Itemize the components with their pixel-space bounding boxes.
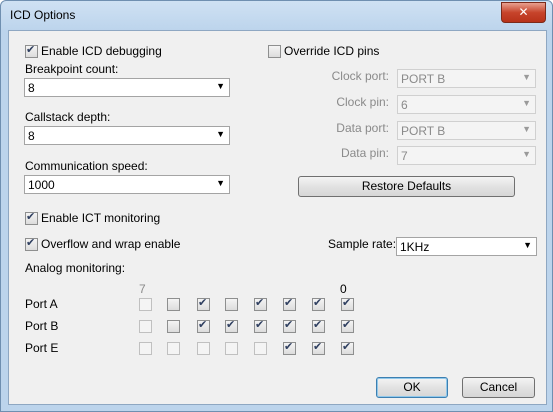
chevron-down-icon: ▼ (522, 98, 531, 108)
data-port-label: Data port: (336, 121, 389, 135)
data-port-select[interactable]: PORT B ▼ (397, 121, 536, 140)
enable-ict-monitoring-checkbox[interactable] (25, 210, 38, 225)
icd-options-dialog: ICD Options ✕ Enable ICD debugging Break… (0, 0, 553, 412)
analog-bit-checkbox[interactable] (312, 318, 325, 333)
window-title: ICD Options (10, 8, 76, 22)
analog-bit-checkbox[interactable] (283, 318, 296, 333)
port-row-label: Port A (25, 297, 58, 311)
clock-pin-value: 6 (401, 98, 408, 112)
analog-bit-checkbox[interactable] (139, 342, 152, 355)
chevron-down-icon: ▼ (216, 129, 225, 139)
overflow-wrap-checkbox[interactable] (25, 236, 38, 251)
enable-icd-debugging-label: Enable ICD debugging (41, 44, 162, 58)
analog-bit-checkbox[interactable] (312, 340, 325, 355)
analog-bit-checkbox[interactable] (167, 320, 180, 333)
callstack-depth-value: 8 (28, 129, 35, 143)
analog-monitoring-label: Analog monitoring: (25, 261, 126, 275)
ok-button[interactable]: OK (376, 377, 448, 398)
analog-bit-checkbox[interactable] (341, 318, 354, 333)
breakpoint-count-select[interactable]: 8 ▼ (24, 78, 230, 97)
analog-bit-checkbox[interactable] (197, 296, 210, 311)
bit-low-label: 0 (340, 282, 347, 296)
analog-bit-checkbox[interactable] (139, 298, 152, 311)
data-port-value: PORT B (401, 124, 446, 138)
clock-port-select[interactable]: PORT B ▼ (397, 69, 536, 88)
callstack-depth-label: Callstack depth: (25, 110, 111, 124)
chevron-down-icon: ▼ (523, 240, 532, 250)
analog-bit-checkbox[interactable] (225, 318, 238, 333)
chevron-down-icon: ▼ (216, 178, 225, 188)
breakpoint-count-value: 8 (28, 81, 35, 95)
analog-bit-checkbox[interactable] (254, 318, 267, 333)
analog-bit-checkbox[interactable] (254, 342, 267, 355)
data-pin-select[interactable]: 7 ▼ (397, 146, 536, 165)
analog-bit-checkbox[interactable] (197, 318, 210, 333)
bit-high-label: 7 (139, 282, 146, 296)
cancel-button[interactable]: Cancel (462, 377, 535, 398)
override-icd-pins-checkbox[interactable] (268, 45, 281, 58)
analog-bit-checkbox[interactable] (341, 296, 354, 311)
clock-port-value: PORT B (401, 72, 446, 86)
analog-bit-checkbox[interactable] (167, 298, 180, 311)
port-row-label: Port E (25, 341, 59, 355)
communication-speed-label: Communication speed: (25, 159, 148, 173)
close-icon: ✕ (518, 5, 529, 19)
chevron-down-icon: ▼ (522, 124, 531, 134)
callstack-depth-select[interactable]: 8 ▼ (24, 126, 230, 145)
analog-bit-checkbox[interactable] (341, 340, 354, 355)
analog-bit-checkbox[interactable] (139, 320, 152, 333)
analog-bit-checkbox[interactable] (197, 342, 210, 355)
analog-bit-checkbox[interactable] (312, 296, 325, 311)
analog-bit-checkbox[interactable] (283, 340, 296, 355)
enable-icd-debugging-checkbox[interactable] (25, 43, 38, 58)
chevron-down-icon: ▼ (216, 81, 225, 91)
clock-pin-label: Clock pin: (336, 95, 389, 109)
override-icd-pins-label: Override ICD pins (284, 44, 380, 58)
chevron-down-icon: ▼ (522, 72, 531, 82)
analog-bit-checkbox[interactable] (225, 342, 238, 355)
close-button[interactable]: ✕ (501, 2, 546, 23)
analog-bit-checkbox[interactable] (254, 296, 267, 311)
sample-rate-value: 1KHz (400, 240, 430, 254)
enable-ict-monitoring-label: Enable ICT monitoring (41, 211, 161, 225)
port-row-label: Port B (25, 319, 59, 333)
overflow-wrap-label: Overflow and wrap enable (41, 237, 181, 251)
sample-rate-label: Sample rate: (328, 237, 397, 251)
data-pin-value: 7 (401, 149, 408, 163)
dialog-body: Enable ICD debugging Breakpoint count: 8… (8, 30, 547, 405)
sample-rate-select[interactable]: 1KHz ▼ (396, 237, 537, 256)
breakpoint-count-label: Breakpoint count: (25, 62, 119, 76)
title-bar[interactable]: ICD Options ✕ (1, 1, 552, 31)
chevron-down-icon: ▼ (522, 149, 531, 159)
analog-bit-checkbox[interactable] (167, 342, 180, 355)
analog-bit-checkbox[interactable] (283, 296, 296, 311)
data-pin-label: Data pin: (340, 146, 389, 160)
restore-defaults-button[interactable]: Restore Defaults (298, 176, 515, 197)
analog-bit-checkbox[interactable] (225, 298, 238, 311)
communication-speed-value: 1000 (28, 178, 55, 192)
clock-port-label: Clock port: (331, 69, 389, 83)
communication-speed-select[interactable]: 1000 ▼ (24, 175, 230, 194)
clock-pin-select[interactable]: 6 ▼ (397, 95, 536, 114)
